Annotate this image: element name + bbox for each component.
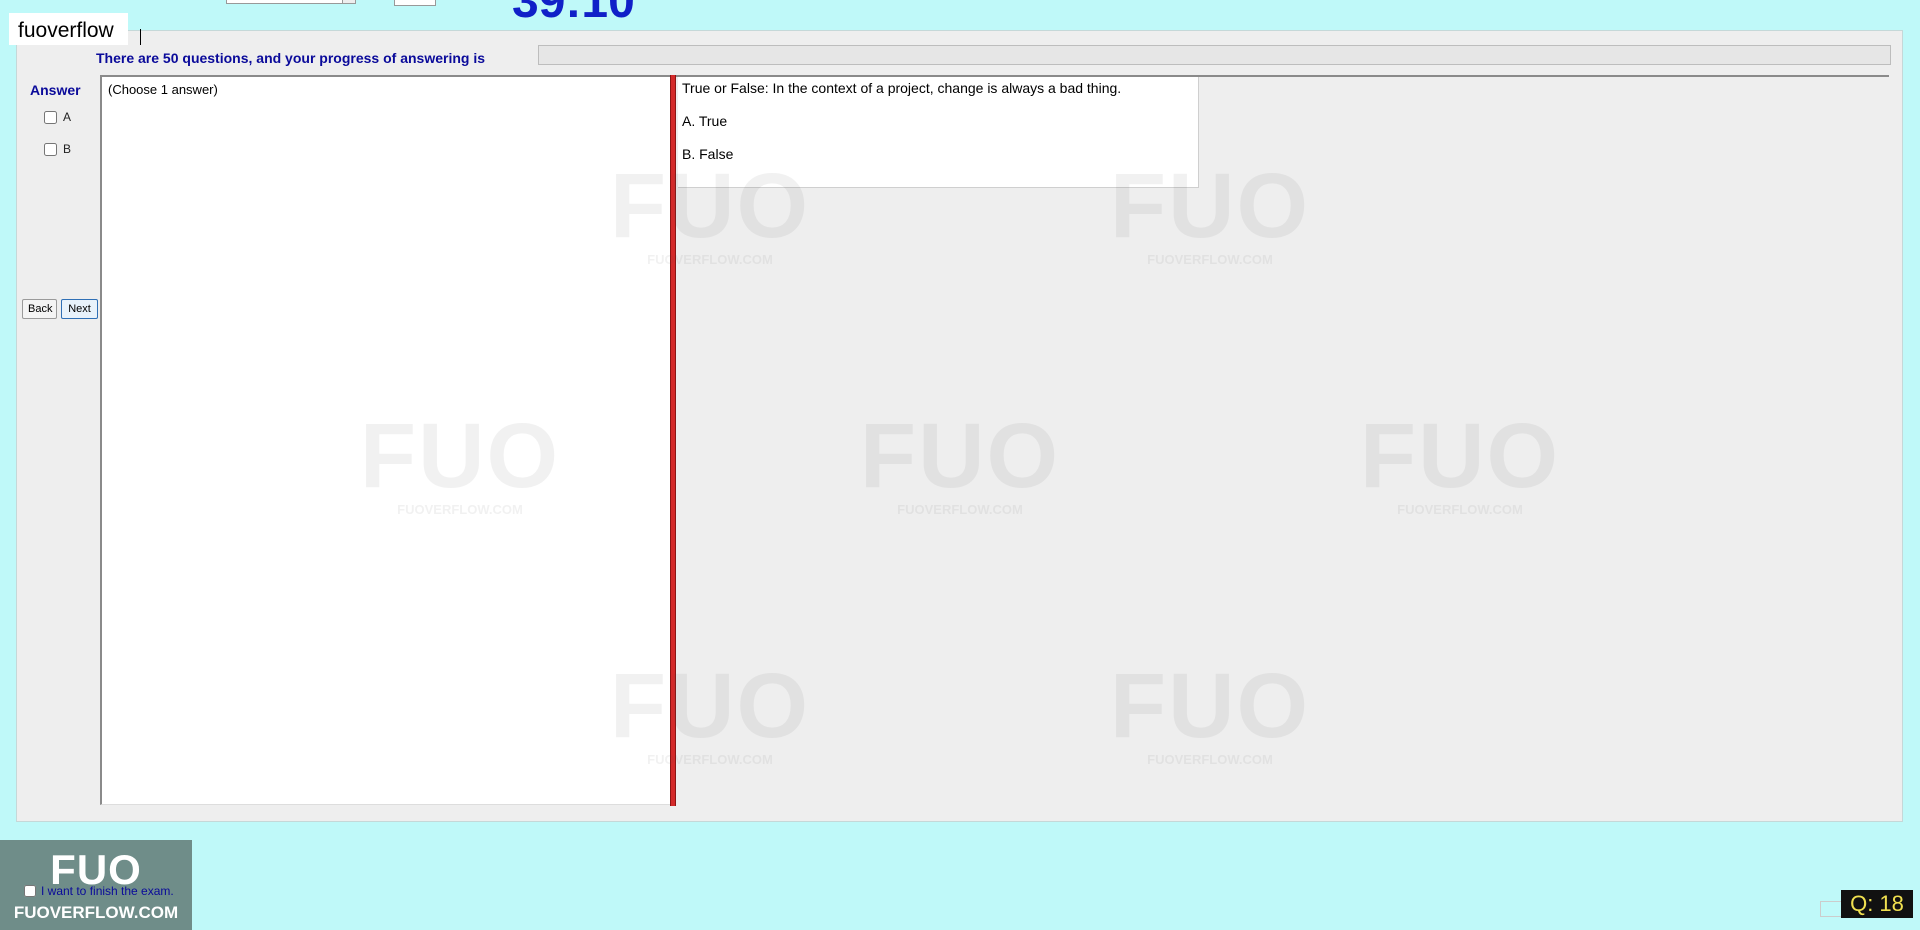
question-box: True or False: In the context of a proje…: [678, 77, 1199, 188]
finish-exam-label: I want to finish the exam.: [41, 884, 174, 898]
answer-checkbox-a[interactable]: [44, 110, 57, 124]
logo-text: FUOVERFLOW.COM: [13, 903, 179, 922]
progress-text: There are 50 questions, and your progres…: [96, 50, 485, 66]
question-panel: True or False: In the context of a proje…: [676, 75, 1889, 805]
answer-option-b[interactable]: B: [44, 142, 71, 156]
question-text: True or False: In the context of a proje…: [682, 80, 1122, 96]
back-button[interactable]: Back: [22, 299, 57, 319]
top-small-control[interactable]: [394, 0, 436, 6]
exam-timer: 39:10: [512, 0, 635, 28]
answer-notes-panel: (Choose 1 answer): [100, 75, 670, 805]
progress-bar: [538, 45, 1891, 65]
answer-option-a[interactable]: A: [44, 110, 71, 124]
next-button[interactable]: Next: [61, 299, 98, 319]
answer-checkbox-b[interactable]: [44, 142, 57, 156]
answer-option-label: B: [63, 142, 72, 156]
finish-exam-checkbox[interactable]: [24, 885, 36, 897]
question-choice-b: B. False: [682, 146, 734, 162]
top-input-field[interactable]: [226, 0, 356, 4]
answer-option-label: A: [63, 110, 72, 124]
finish-exam-option[interactable]: I want to finish the exam.: [24, 884, 174, 898]
answer-title: Answer: [30, 82, 81, 98]
question-choice-a: A. True: [682, 113, 728, 129]
brand-label: fuoverflow: [9, 13, 128, 45]
text-caret: [140, 29, 141, 45]
question-counter: Q: 18: [1841, 890, 1913, 918]
choose-instruction: (Choose 1 answer): [108, 82, 218, 97]
